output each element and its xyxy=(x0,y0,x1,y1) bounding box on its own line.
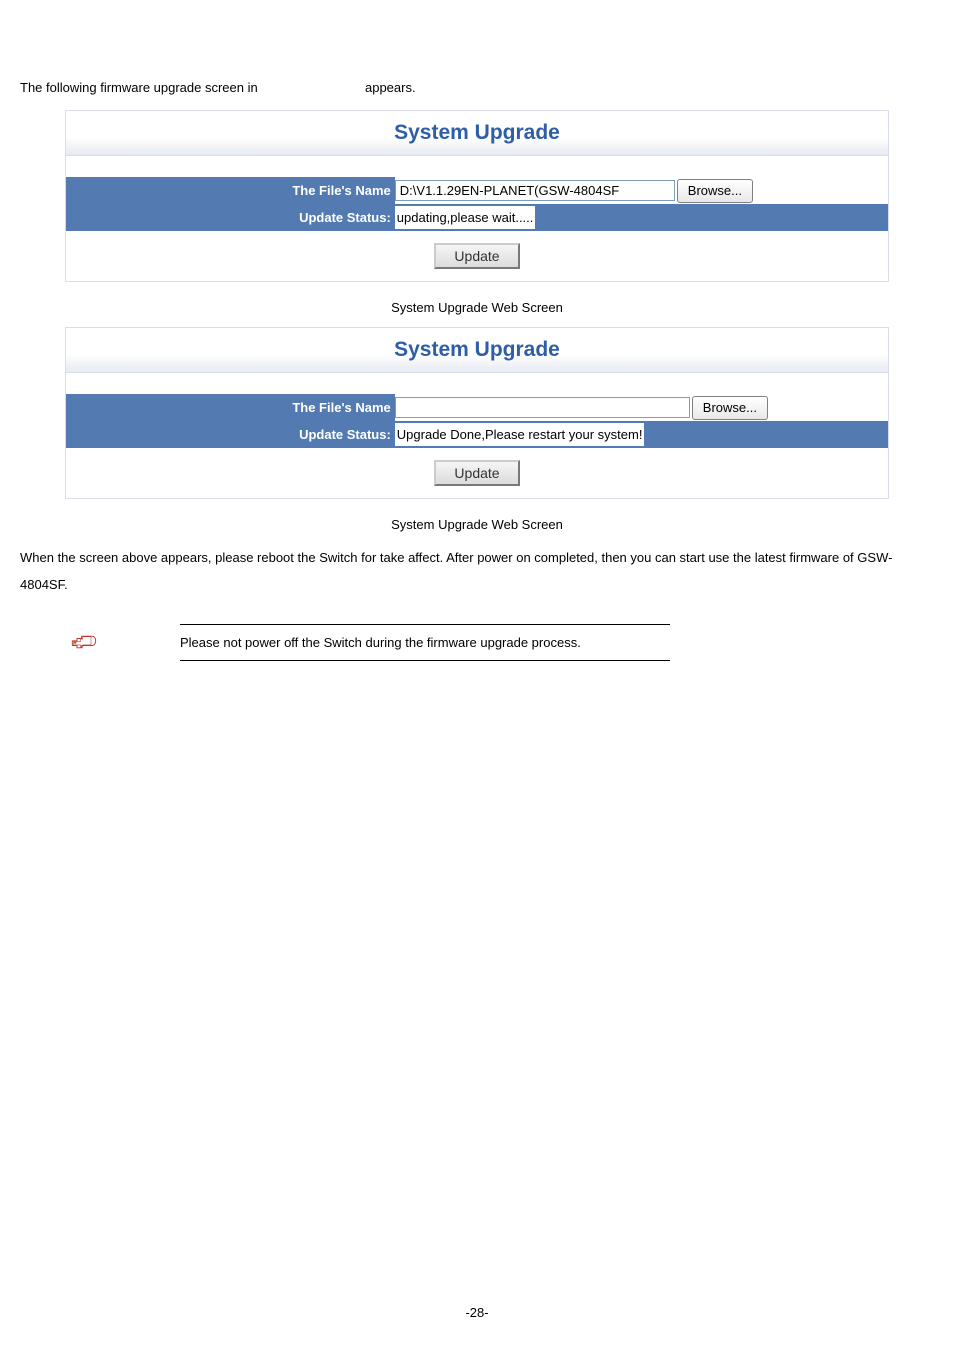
panel-title: System Upgrade xyxy=(66,328,888,372)
page-number: -28- xyxy=(0,1305,954,1320)
spacer xyxy=(66,155,888,177)
note-block: Please not power off the Switch during t… xyxy=(20,624,934,661)
figure-caption-1: System Upgrade Web Screen xyxy=(20,300,934,315)
note-icon-container xyxy=(20,630,180,654)
intro-text: The following firmware upgrade screen in… xyxy=(20,80,934,95)
system-upgrade-panel-2: System Upgrade The File's Name Browse...… xyxy=(65,327,889,499)
update-button[interactable]: Update xyxy=(434,243,519,269)
spacer xyxy=(66,372,888,394)
pointing-hand-icon xyxy=(70,630,98,654)
body-text: When the screen above appears, please re… xyxy=(20,544,934,599)
note-text: Please not power off the Switch during t… xyxy=(180,624,670,661)
browse-button[interactable]: Browse... xyxy=(677,179,753,203)
update-status-label: Update Status: xyxy=(66,204,395,231)
update-button[interactable]: Update xyxy=(434,460,519,486)
update-status-value: updating,please wait..... xyxy=(395,206,536,229)
update-status-label: Update Status: xyxy=(66,421,395,448)
file-name-input[interactable] xyxy=(395,397,690,418)
system-upgrade-panel-1: System Upgrade The File's Name Browse...… xyxy=(65,110,889,282)
file-name-input[interactable] xyxy=(395,180,675,201)
figure-caption-2: System Upgrade Web Screen xyxy=(20,517,934,532)
update-status-value: Upgrade Done,Please restart your system! xyxy=(395,423,645,446)
browse-button[interactable]: Browse... xyxy=(692,396,768,420)
panel-title: System Upgrade xyxy=(66,111,888,155)
file-name-label: The File's Name xyxy=(66,177,395,204)
intro-prefix: The following firmware upgrade screen in xyxy=(20,80,258,95)
intro-suffix: appears. xyxy=(365,80,416,95)
file-name-label: The File's Name xyxy=(66,394,395,421)
